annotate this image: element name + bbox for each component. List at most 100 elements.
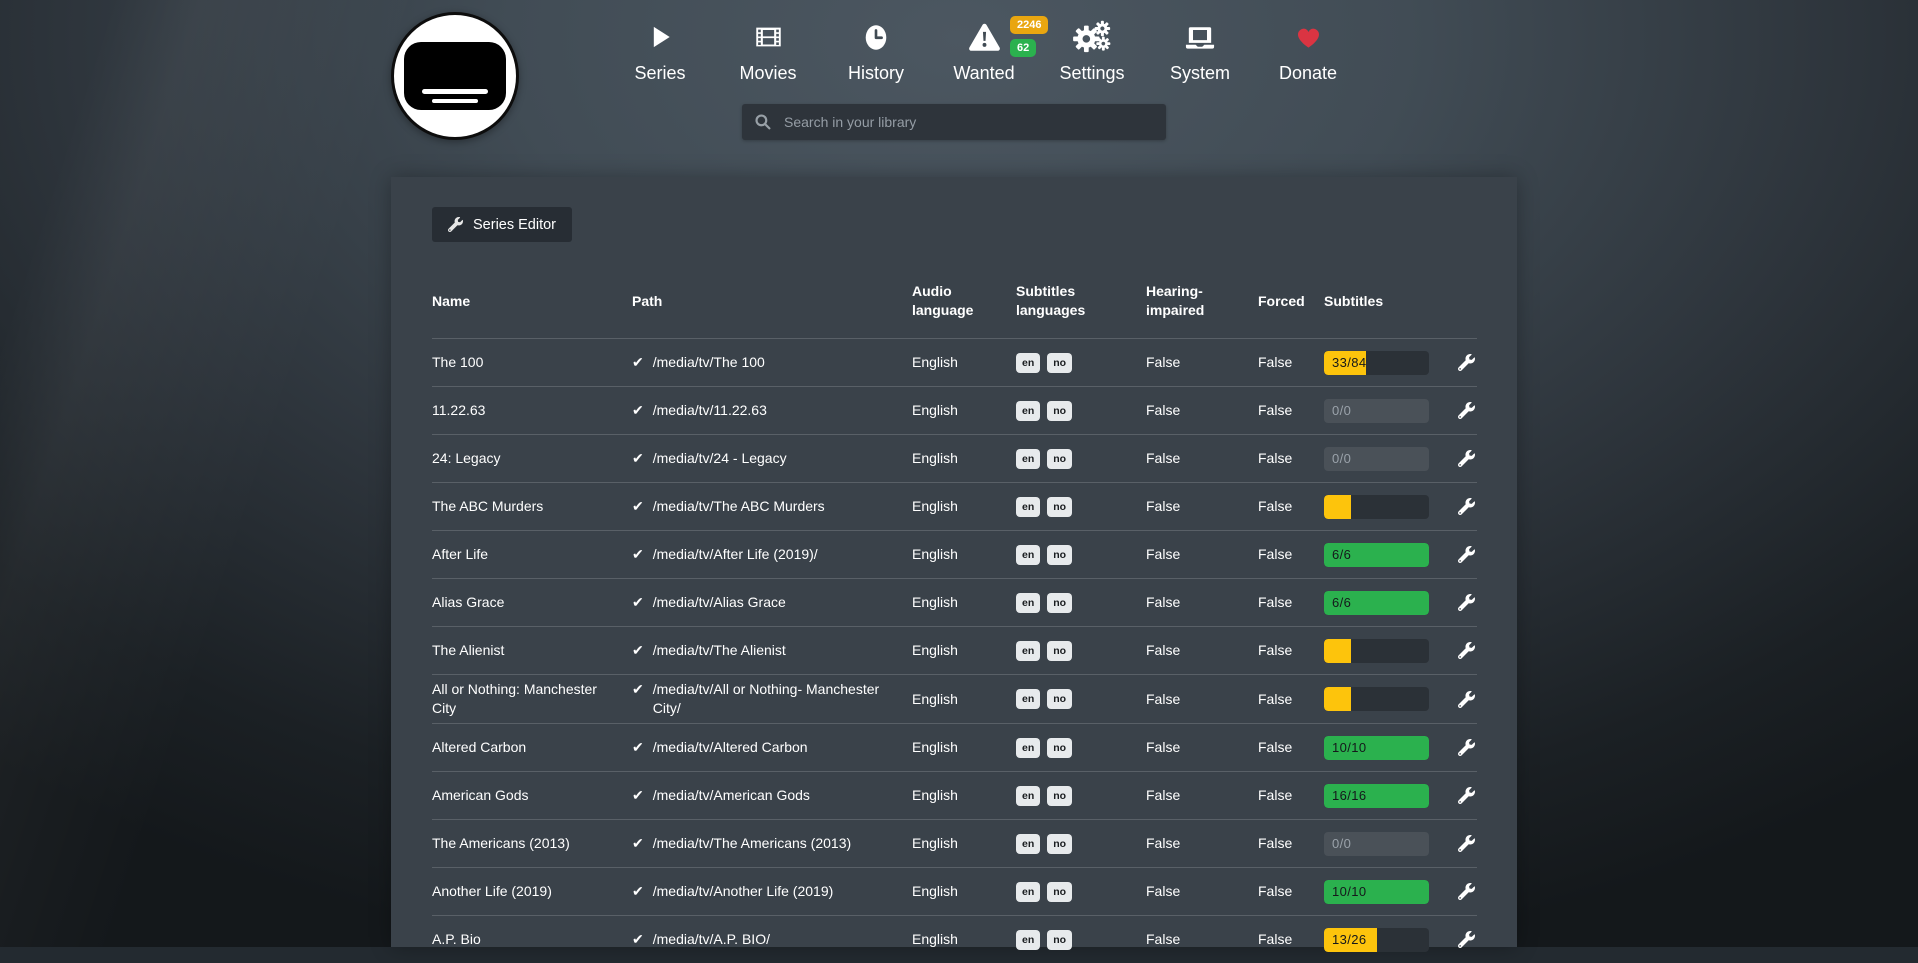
edit-series-button[interactable] (1458, 835, 1477, 852)
subtitles-languages: enno (1016, 882, 1146, 902)
nav-label: Movies (739, 63, 796, 84)
edit-series-button[interactable] (1458, 883, 1477, 900)
check-icon: ✔ (632, 882, 644, 901)
nav-item-settings[interactable]: Settings (1038, 16, 1146, 84)
nav-label: Donate (1279, 63, 1337, 84)
series-path-cell: ✔/media/tv/All or Nothing- Manchester Ci… (632, 680, 912, 718)
language-badge: en (1016, 497, 1040, 517)
hearing-impaired-value: False (1146, 545, 1258, 564)
series-path: /media/tv/Altered Carbon (653, 738, 808, 757)
series-path: /media/tv/Another Life (2019) (653, 882, 834, 901)
check-icon: ✔ (632, 497, 644, 516)
edit-series-button[interactable] (1458, 691, 1477, 708)
series-name-link[interactable]: Altered Carbon (432, 738, 632, 757)
heart-icon (1293, 16, 1324, 58)
nav-item-movies[interactable]: Movies (714, 16, 822, 84)
check-icon: ✔ (632, 834, 644, 853)
bazarr-logo[interactable] (391, 12, 521, 142)
edit-series-button[interactable] (1458, 546, 1477, 563)
language-badge: en (1016, 593, 1040, 613)
audio-language: English (912, 497, 1016, 516)
progress-fill (1324, 639, 1351, 663)
progress-fill (1324, 495, 1351, 519)
series-name-link[interactable]: American Gods (432, 786, 632, 805)
series-name-link[interactable]: A.P. Bio (432, 930, 632, 949)
language-badge: no (1047, 882, 1072, 902)
hearing-impaired-value: False (1146, 882, 1258, 901)
subtitles-progress-cell: 16/16 (1324, 784, 1452, 808)
subtitles-languages: enno (1016, 497, 1146, 517)
progress-label: 10/10 (1332, 736, 1367, 760)
audio-language: English (912, 593, 1016, 612)
check-icon: ✔ (632, 353, 644, 372)
language-badge: no (1047, 689, 1072, 709)
series-name-link[interactable]: All or Nothing: Manchester City (432, 680, 632, 718)
series-path-cell: ✔/media/tv/After Life (2019)/ (632, 545, 912, 564)
series-path-cell: ✔ /media/tv/Alias Grace (632, 593, 912, 612)
series-name-link[interactable]: Another Life (2019) (432, 882, 632, 901)
search-input[interactable] (782, 113, 1154, 131)
series-name-link[interactable]: The ABC Murders (432, 497, 632, 516)
check-icon: ✔ (632, 593, 644, 612)
series-name-link[interactable]: The 100 (432, 353, 632, 372)
forced-value: False (1258, 497, 1324, 516)
series-path: /media/tv/Alias Grace (653, 593, 786, 612)
edit-series-button[interactable] (1458, 354, 1477, 371)
nav-item-wanted[interactable]: 224662Wanted (930, 16, 1038, 84)
edit-series-button[interactable] (1458, 787, 1477, 804)
table-header: NamePathAudio languageSubtitles language… (432, 270, 1477, 338)
nav-item-donate[interactable]: Donate (1254, 16, 1362, 84)
subtitles-progress-cell: 33/84 (1324, 351, 1452, 375)
progress-label: 33/84 (1332, 351, 1367, 375)
edit-series-button[interactable] (1458, 498, 1477, 515)
progress-label: 16/16 (1332, 784, 1367, 808)
series-name-link[interactable]: Alias Grace (432, 593, 632, 612)
edit-series-button[interactable] (1458, 931, 1477, 948)
audio-language: English (912, 882, 1016, 901)
series-path-cell: ✔/media/tv/24 - Legacy (632, 449, 912, 468)
progress-label: 6/6 (1332, 543, 1351, 567)
check-icon: ✔ (632, 641, 644, 660)
subtitles-languages: enno (1016, 738, 1146, 758)
edit-series-button[interactable] (1458, 450, 1477, 467)
series-path-cell: ✔/media/tv/Altered Carbon (632, 738, 912, 757)
check-icon: ✔ (632, 930, 644, 949)
series-name-link[interactable]: After Life (432, 545, 632, 564)
audio-language: English (912, 353, 1016, 372)
edit-series-button[interactable] (1458, 594, 1477, 611)
table-row: Another Life (2019)✔ /media/tv/Another Li… (432, 867, 1477, 915)
search-box[interactable] (742, 104, 1166, 140)
tv-screen-icon (404, 42, 506, 110)
nav-item-system[interactable]: System (1146, 16, 1254, 84)
table-row: 24: Legacy✔/media/tv/24 - LegacyEnglishe… (432, 434, 1477, 482)
subtitles-progress-bar: 10/10 (1324, 736, 1429, 760)
subtitles-languages: enno (1016, 689, 1146, 709)
forced-value: False (1258, 401, 1324, 420)
series-name-link[interactable]: 24: Legacy (432, 449, 632, 468)
forced-value: False (1258, 882, 1324, 901)
subtitles-languages: enno (1016, 834, 1146, 854)
series-name-link[interactable]: 11.22.63 (432, 401, 632, 420)
series-path-cell: ✔/media/tv/The ABC Murders (632, 497, 912, 516)
series-name-link[interactable]: The Americans (2013) (432, 834, 632, 853)
audio-language: English (912, 641, 1016, 660)
progress-label: 0/0 (1332, 399, 1351, 423)
hearing-impaired-value: False (1146, 593, 1258, 612)
edit-series-button[interactable] (1458, 402, 1477, 419)
progress-label: 13/26 (1332, 928, 1367, 952)
language-badge: en (1016, 882, 1040, 902)
nav-label: Series (634, 63, 685, 84)
check-icon: ✔ (632, 401, 644, 420)
series-name-link[interactable]: The Alienist (432, 641, 632, 660)
subtitles-progress-cell: 0/0 (1324, 832, 1452, 856)
edit-series-button[interactable] (1458, 642, 1477, 659)
subtitles-progress-bar: 33/84 (1324, 351, 1429, 375)
column-header: Subtitles languages (1016, 282, 1146, 320)
nav-item-history[interactable]: History (822, 16, 930, 84)
series-editor-button[interactable]: Series Editor (432, 207, 572, 242)
table-row: American Gods✔/media/tv/American GodsEng… (432, 771, 1477, 819)
edit-series-button[interactable] (1458, 739, 1477, 756)
nav-item-series[interactable]: Series (606, 16, 714, 84)
subtitles-progress-cell (1324, 495, 1452, 519)
forced-value: False (1258, 786, 1324, 805)
